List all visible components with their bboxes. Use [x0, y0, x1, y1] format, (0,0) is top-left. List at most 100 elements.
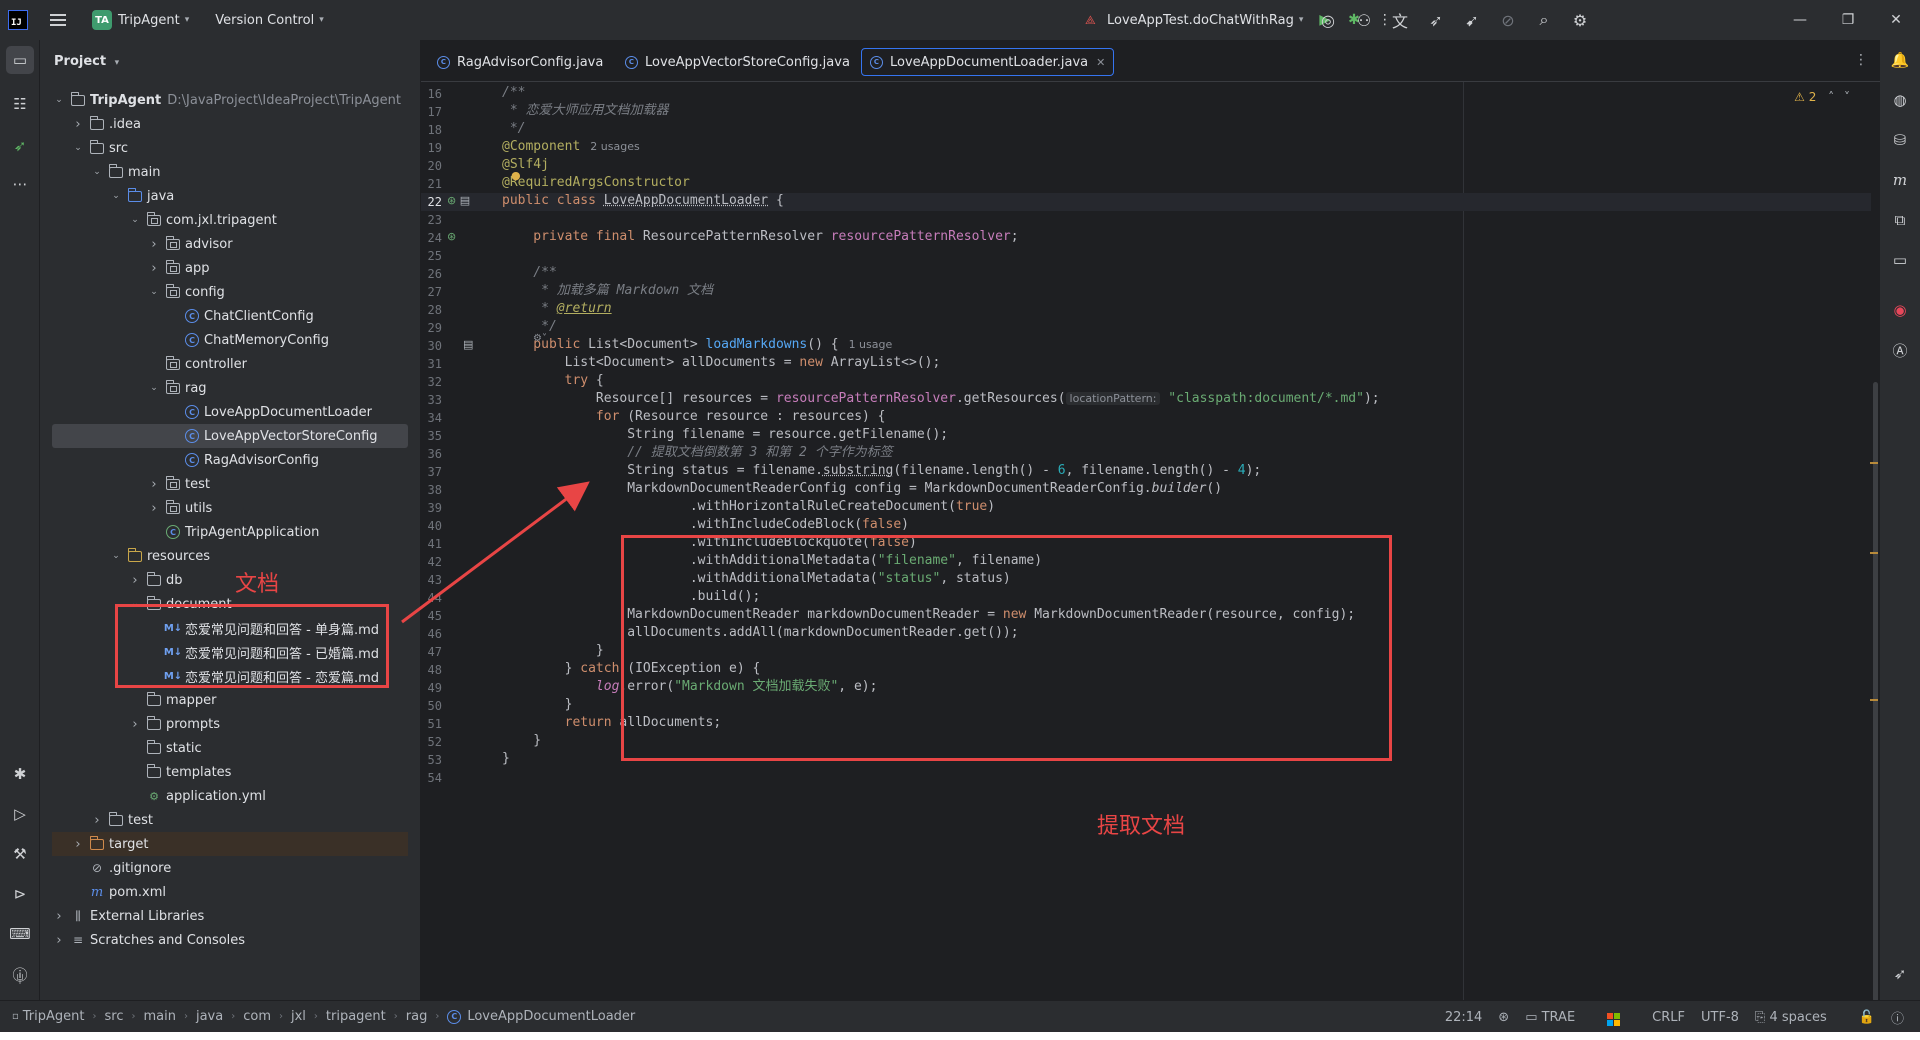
- line-number[interactable]: 45: [421, 609, 442, 623]
- line-number[interactable]: 16: [421, 87, 442, 101]
- cursor-position[interactable]: 22:14: [1445, 1010, 1482, 1025]
- line-number[interactable]: 50: [421, 699, 442, 713]
- breadcrumb-item[interactable]: com: [243, 1009, 271, 1024]
- warning-marker[interactable]: [1870, 462, 1878, 464]
- line-number[interactable]: 35: [421, 429, 442, 443]
- line-number[interactable]: 33: [421, 393, 442, 407]
- code-line[interactable]: private final ResourcePatternResolver re…: [502, 228, 1018, 246]
- scrollbar-thumb[interactable]: [1873, 382, 1878, 1002]
- code-line[interactable]: }: [502, 642, 604, 660]
- services-icon[interactable]: ⊳: [6, 880, 34, 908]
- restore-icon[interactable]: ❐: [1824, 0, 1872, 40]
- chevron-right-icon[interactable]: ›: [52, 909, 66, 924]
- line-number[interactable]: 20: [421, 159, 442, 173]
- device-manager-icon[interactable]: ▭: [1886, 246, 1914, 274]
- code-line[interactable]: */: [502, 120, 526, 138]
- project-switcher[interactable]: TripAgent: [118, 13, 180, 28]
- line-number[interactable]: 26: [421, 267, 442, 281]
- tree-item[interactable]: ⊘ .gitignore: [52, 856, 408, 880]
- line-number[interactable]: 48: [421, 663, 442, 677]
- plugin-disabled-icon[interactable]: ⊘: [1490, 0, 1526, 40]
- chevron-right-icon[interactable]: ›: [147, 477, 161, 492]
- notifications-bell-icon[interactable]: 🔔: [1886, 46, 1914, 74]
- chevron-down-icon[interactable]: ⌄: [147, 287, 161, 297]
- tree-item[interactable]: C LoveAppVectorStoreConfig: [52, 424, 408, 448]
- tree-item[interactable]: › app: [52, 256, 408, 280]
- breadcrumb-item[interactable]: TripAgent: [23, 1009, 85, 1024]
- tree-item[interactable]: › test: [52, 808, 408, 832]
- red-plugin-icon[interactable]: ◉: [1886, 296, 1914, 324]
- line-number[interactable]: 47: [421, 645, 442, 659]
- translate-panel-icon[interactable]: Ⓐ: [1886, 336, 1914, 364]
- structure-icon[interactable]: ☷: [6, 90, 34, 118]
- tree-item[interactable]: C ChatClientConfig: [52, 304, 408, 328]
- line-number[interactable]: 38: [421, 483, 442, 497]
- project-panel-title[interactable]: Project ▾: [54, 54, 119, 69]
- line-number[interactable]: 34: [421, 411, 442, 425]
- line-number[interactable]: 42: [421, 555, 442, 569]
- breadcrumb-item[interactable]: LoveAppDocumentLoader: [467, 1009, 635, 1024]
- code-line[interactable]: Resource[] resources = resourcePatternRe…: [502, 390, 1380, 408]
- run-config-selector[interactable]: LoveAppTest.doChatWithRag: [1107, 13, 1294, 28]
- tree-item[interactable]: C LoveAppDocumentLoader: [52, 400, 408, 424]
- line-separator[interactable]: CRLF: [1652, 1010, 1685, 1025]
- tab-love-app-document-loader[interactable]: C LoveAppDocumentLoader.java ✕: [861, 48, 1115, 76]
- read-only-lock-icon[interactable]: 🔓: [1859, 1010, 1875, 1025]
- tree-item[interactable]: › advisor: [52, 232, 408, 256]
- build-hammer-icon[interactable]: ⚒: [6, 840, 34, 868]
- code-line[interactable]: @RequiredArgsConstructor: [502, 174, 690, 192]
- chevron-right-icon[interactable]: ›: [128, 717, 142, 732]
- tree-item[interactable]: › db: [52, 568, 408, 592]
- breadcrumb-item[interactable]: rag: [406, 1009, 428, 1024]
- help-icon[interactable]: ⓘ: [1891, 1008, 1904, 1027]
- file-encoding[interactable]: UTF-8: [1701, 1010, 1739, 1025]
- chevron-right-icon[interactable]: ›: [147, 237, 161, 252]
- breadcrumb-item[interactable]: jxl: [291, 1009, 306, 1024]
- tree-item[interactable]: › prompts: [52, 712, 408, 736]
- tree-item[interactable]: ⌄ main: [52, 160, 408, 184]
- chevron-down-icon[interactable]: ⌄: [109, 191, 123, 201]
- close-tab-icon[interactable]: ✕: [1096, 56, 1105, 69]
- translate-icon[interactable]: 文: [1382, 0, 1418, 40]
- code-line[interactable]: }: [502, 696, 573, 714]
- line-number[interactable]: 52: [421, 735, 442, 749]
- code-line[interactable]: for (Resource resource : resources) {: [502, 408, 886, 426]
- ai-status-icon[interactable]: ⊛: [1498, 1010, 1509, 1025]
- tree-item[interactable]: controller: [52, 352, 408, 376]
- project-folder-icon[interactable]: ▭: [6, 46, 34, 74]
- line-number[interactable]: 18: [421, 123, 442, 137]
- line-number[interactable]: 28: [421, 303, 442, 317]
- tree-item[interactable]: ⌄ TripAgent D:\JavaProject\IdeaProject\Tri…: [52, 88, 408, 112]
- plugin-rocket-alt-icon[interactable]: ➹: [1454, 0, 1490, 40]
- code-line[interactable]: List<Document> allDocuments = new ArrayL…: [502, 354, 941, 372]
- chevron-right-icon[interactable]: ›: [128, 573, 142, 588]
- line-number[interactable]: 24: [421, 231, 442, 245]
- tree-item[interactable]: › .idea: [52, 112, 408, 136]
- code-line[interactable]: // 提取文档倒数第 3 和第 2 个字作为标签: [502, 444, 892, 462]
- tree-item[interactable]: ⌄ src: [52, 136, 408, 160]
- code-line[interactable]: public List<Document> loadMarkdowns() {1…: [502, 336, 892, 354]
- tree-item[interactable]: templates: [52, 760, 408, 784]
- breadcrumb-item[interactable]: src: [105, 1009, 124, 1024]
- chevron-down-icon[interactable]: ⌄: [71, 143, 85, 153]
- line-number[interactable]: 53: [421, 753, 442, 767]
- tree-item[interactable]: ⌄ rag: [52, 376, 408, 400]
- chevron-down-icon[interactable]: ⌄: [109, 551, 123, 561]
- line-number[interactable]: 21: [421, 177, 442, 191]
- tree-item[interactable]: mapper: [52, 688, 408, 712]
- line-number[interactable]: 54: [421, 771, 442, 785]
- code-line[interactable]: @Component 2 usages: [502, 138, 640, 156]
- line-number[interactable]: 39: [421, 501, 442, 515]
- code-line[interactable]: .withIncludeCodeBlock(false): [502, 516, 909, 534]
- method-gutter-icon[interactable]: ▤: [447, 338, 473, 351]
- code-line[interactable]: MarkdownDocumentReaderConfig config = Ma…: [502, 480, 1222, 498]
- run-tool-icon[interactable]: ▷: [6, 800, 34, 828]
- search-icon[interactable]: ⌕: [1526, 0, 1562, 40]
- spring-bean-gutter-icon[interactable]: ⊛ ▤: [447, 194, 470, 207]
- code-line[interactable]: .withHorizontalRuleCreateDocument(true): [502, 498, 995, 516]
- tree-item[interactable]: ⌄ com.jxl.tripagent: [52, 208, 408, 232]
- tree-item[interactable]: C ChatMemoryConfig: [52, 328, 408, 352]
- tree-item[interactable]: ⌄ java: [52, 184, 408, 208]
- tree-item[interactable]: ⌄ config: [52, 280, 408, 304]
- line-number[interactable]: 32: [421, 375, 442, 389]
